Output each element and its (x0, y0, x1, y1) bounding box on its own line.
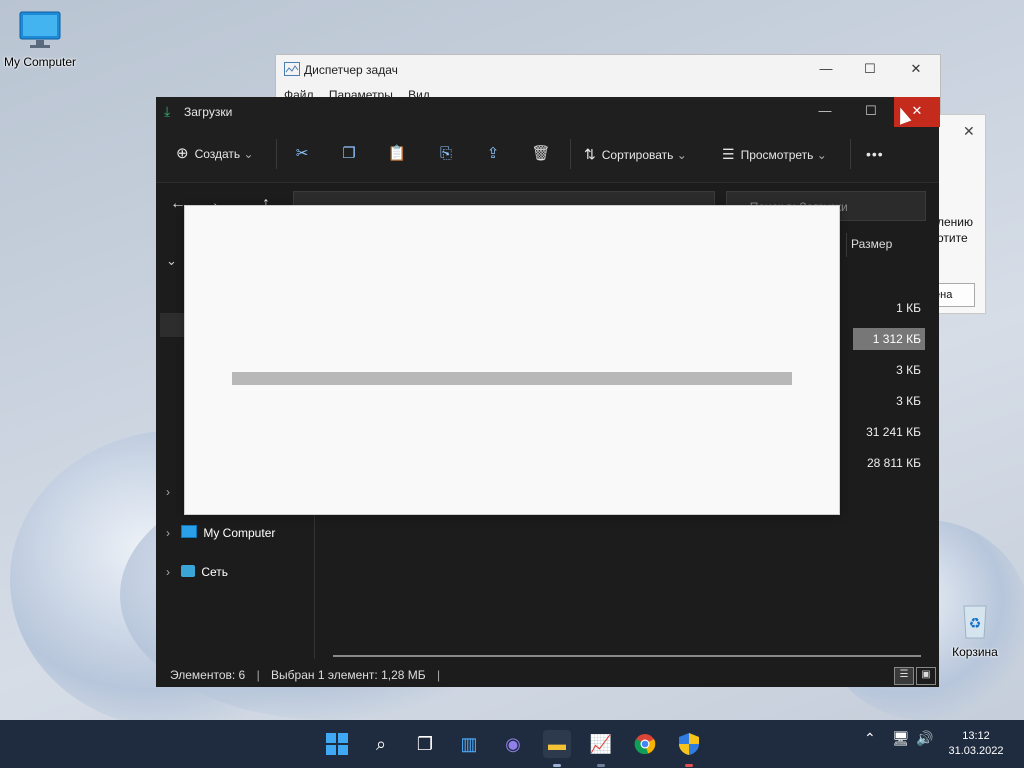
explorer-toolbar: ⊕ Создать ⌄ ✂ ❐ 📋 ⎘ ⇪ 🗑 ⇅ Сортировать ⌄ ☰ П… (156, 127, 939, 183)
recycle-bin-icon: ♻ (963, 605, 987, 639)
dialog-cancel-button[interactable]: ена (937, 283, 975, 307)
rename-icon[interactable]: ⎘ (433, 141, 459, 167)
task-view-icon[interactable]: ❐ (411, 730, 439, 758)
system-clock[interactable]: 13:12 31.03.2022 (946, 729, 1006, 759)
view-button[interactable]: ☰ Просмотреть ⌄ (722, 141, 827, 167)
chrome-icon[interactable] (631, 730, 659, 758)
status-selection: Выбран 1 элемент: 1,28 МБ (271, 668, 426, 682)
copy-icon[interactable]: ❐ (336, 141, 362, 167)
background-dialog[interactable]: ✕ лению отите ена (936, 114, 986, 314)
desktop-icon-label: My Computer (3, 55, 77, 69)
network-icon (181, 565, 196, 577)
active-app-indicator (685, 764, 693, 767)
chevron-right-icon: › (166, 526, 170, 540)
tiles-view-icon[interactable]: ▣ (916, 667, 936, 685)
chevron-down-icon: ⌄ (816, 148, 827, 162)
dialog-text: лению (937, 215, 974, 229)
monitor-icon (19, 11, 61, 48)
desktop-icon-label: Корзина (952, 645, 998, 659)
sort-icon: ⇅ (584, 146, 596, 162)
chevron-right-icon: › (166, 565, 170, 579)
file-size-cell[interactable]: 1 КБ (853, 297, 925, 319)
minimize-icon[interactable]: — (802, 97, 848, 127)
dialog-text: отите (937, 231, 968, 245)
close-icon[interactable]: ✕ (963, 123, 975, 140)
horizontal-scrollbar[interactable] (333, 655, 921, 657)
status-divider: | (437, 668, 441, 682)
delete-icon[interactable]: 🗑 (528, 141, 554, 167)
toolbar-divider (276, 139, 277, 169)
share-icon[interactable]: ⇪ (480, 141, 506, 167)
file-size-cell-selected[interactable]: 1 312 КБ (853, 328, 925, 350)
sidebar-item-my-computer[interactable]: › My Computer (166, 525, 275, 540)
create-button[interactable]: ⊕ Создать ⌄ (176, 141, 254, 167)
details-view-icon[interactable]: ☰ (894, 667, 914, 685)
column-divider (846, 233, 847, 257)
desktop-icon-my-computer[interactable]: My Computer (0, 10, 80, 69)
paste-icon[interactable]: 📋 (384, 141, 410, 167)
toolbar-divider (850, 139, 851, 169)
sort-button[interactable]: ⇅ Сортировать ⌄ (584, 141, 687, 167)
progress-bar-fill (232, 372, 792, 385)
file-size-cell[interactable]: 3 КБ (853, 359, 925, 381)
close-icon[interactable]: ✕ (904, 61, 928, 77)
status-bar: Элементов: 6 | Выбран 1 элемент: 1,28 МБ… (156, 663, 939, 687)
active-app-indicator (553, 764, 561, 767)
clock-time: 13:12 (962, 730, 990, 742)
windows-logo-icon (326, 733, 348, 755)
sidebar-chevron[interactable]: › (166, 485, 170, 499)
network-icon[interactable]: 🖥 (892, 730, 910, 747)
sidebar-collapse-chevron[interactable]: ⌄ (166, 253, 177, 269)
file-size-cell[interactable]: 3 КБ (853, 390, 925, 412)
task-manager-icon (284, 62, 300, 76)
maximize-icon[interactable]: ☐ (858, 61, 882, 77)
status-divider: | (256, 668, 260, 682)
progress-bar (232, 372, 792, 385)
file-size-cell[interactable]: 31 241 КБ (853, 421, 925, 443)
plus-circle-icon: ⊕ (176, 145, 189, 162)
cut-icon[interactable]: ✂ (289, 141, 315, 167)
task-manager-title: Диспетчер задач (304, 63, 398, 77)
search-icon[interactable]: ⌕ (367, 730, 395, 758)
progress-dialog[interactable] (184, 205, 840, 515)
explorer-titlebar[interactable]: ⤓ Загрузки — ☐ ✕ (156, 97, 940, 127)
chrome-logo-icon (634, 734, 656, 755)
taskbar: ⌕ ❐ ▥ ◉ ▬ 📈 ⌃ 🖥 🔊 13:12 31.03.2022 (0, 720, 1024, 768)
toolbar-divider (570, 139, 571, 169)
chevron-down-icon: ⌄ (676, 148, 687, 162)
monitor-icon (181, 525, 198, 538)
status-item-count: Элементов: 6 (170, 668, 246, 682)
volume-icon[interactable]: 🔊 (916, 730, 933, 747)
widgets-icon[interactable]: ▥ (455, 730, 483, 758)
svg-text:♻: ♻ (969, 616, 982, 632)
explorer-title: Загрузки (184, 105, 233, 119)
download-icon: ⤓ (164, 103, 171, 119)
task-manager-icon[interactable]: 📈 (587, 730, 615, 758)
desktop-icon-recycle-bin[interactable]: ♻ Корзина (935, 600, 1015, 659)
more-options-button[interactable]: ••• (866, 141, 884, 167)
security-shield-icon[interactable] (675, 730, 703, 758)
chevron-down-icon: ⌄ (243, 147, 254, 161)
maximize-icon[interactable]: ☐ (848, 97, 894, 127)
chevron-up-icon[interactable]: ⌃ (864, 730, 876, 747)
active-app-indicator (597, 764, 605, 767)
sidebar-item-network[interactable]: › Сеть (166, 565, 228, 579)
start-windows-icon[interactable] (323, 730, 351, 758)
chat-icon[interactable]: ◉ (499, 730, 527, 758)
clock-date: 31.03.2022 (948, 745, 1004, 757)
file-size-cell[interactable]: 28 811 КБ (853, 452, 925, 474)
uac-shield-icon (679, 733, 699, 755)
view-lines-icon: ☰ (722, 146, 735, 162)
file-explorer-icon[interactable]: ▬ (543, 730, 571, 758)
column-header-size[interactable]: Размер (846, 233, 931, 257)
minimize-icon[interactable]: — (814, 61, 838, 76)
